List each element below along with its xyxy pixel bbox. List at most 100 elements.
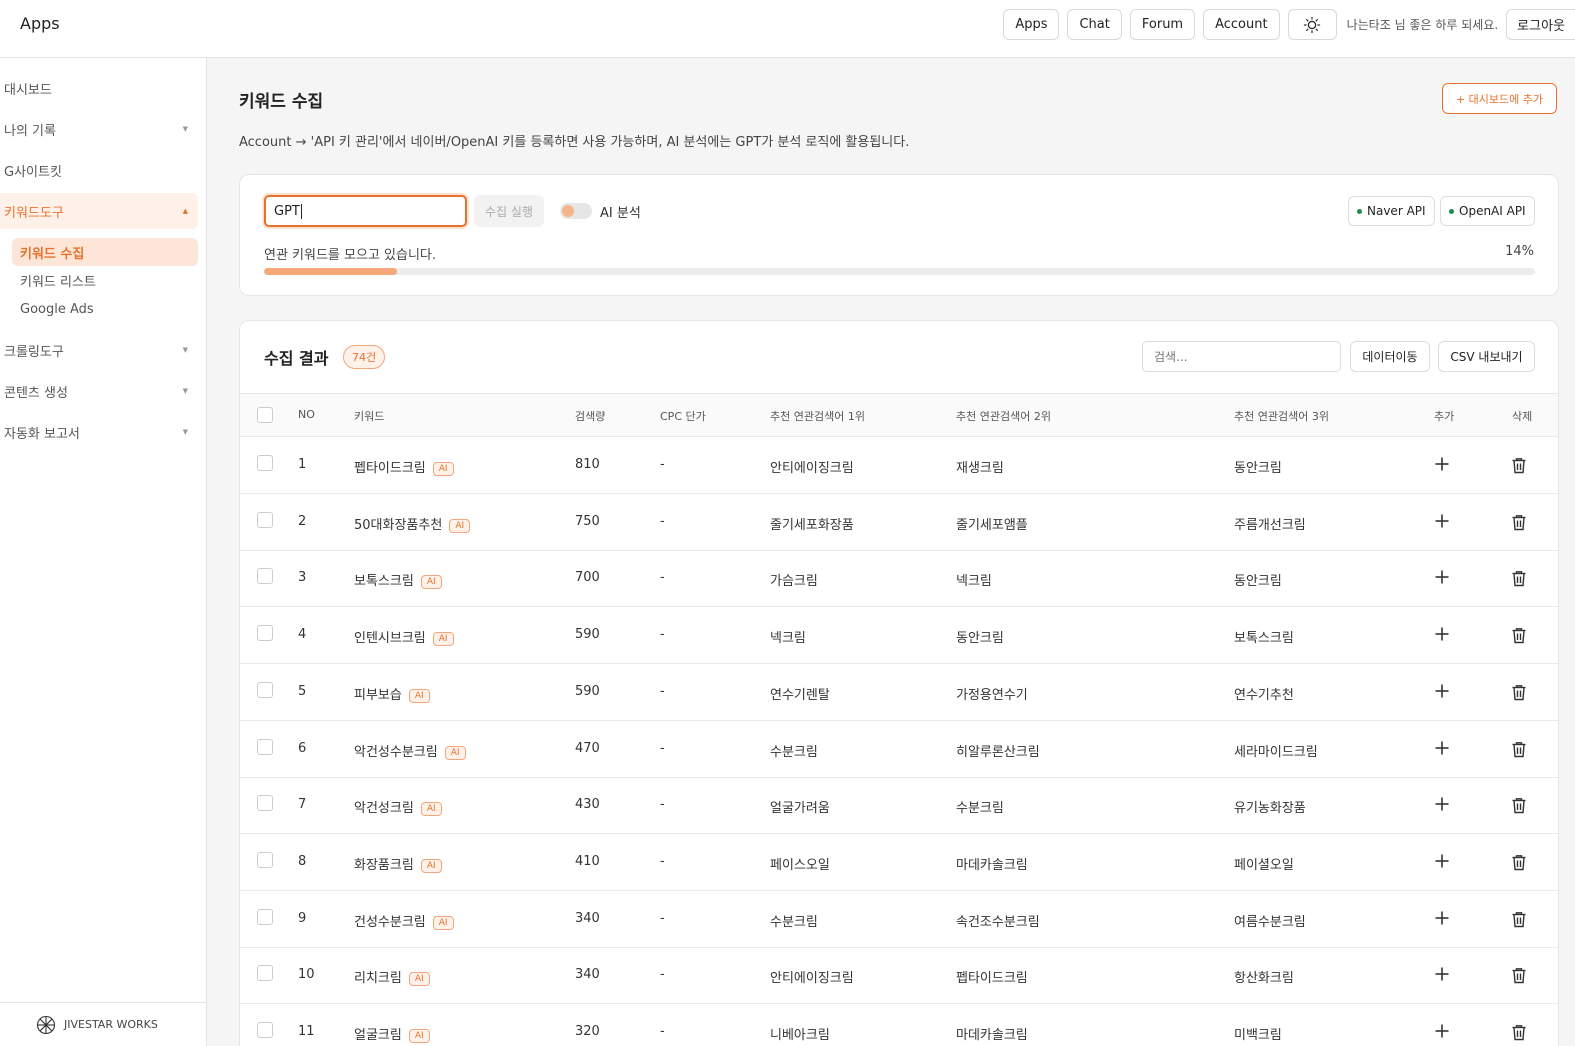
- run-collect-button[interactable]: 수집 실행: [474, 195, 544, 227]
- delete-row-button[interactable]: [1511, 854, 1527, 875]
- nav-chat-button[interactable]: Chat: [1067, 9, 1122, 40]
- delete-row-button[interactable]: [1511, 967, 1527, 988]
- nav-apps-button[interactable]: Apps: [1003, 9, 1060, 40]
- sidebar-item-my-records[interactable]: 나의 기록 ▼: [0, 111, 198, 147]
- theme-toggle-button[interactable]: [1287, 9, 1337, 40]
- row-checkbox[interactable]: [257, 625, 273, 642]
- ai-badge: AI: [408, 972, 430, 987]
- plus-icon: [1435, 457, 1449, 471]
- cell-cpc: -: [660, 627, 665, 643]
- select-all-checkbox[interactable]: [257, 407, 273, 423]
- cell-no: 1: [298, 457, 307, 472]
- cell-no: 5: [298, 683, 307, 699]
- delete-row-button[interactable]: [1511, 514, 1527, 535]
- cell-related-3: 여름수분크림: [1234, 914, 1306, 930]
- cell-related-2: 속건조수분크림: [956, 914, 1040, 930]
- row-checkbox[interactable]: [257, 455, 273, 471]
- keyword-text: 악건성수분크림: [354, 744, 438, 760]
- keyword-input[interactable]: GPT: [264, 195, 467, 227]
- keyword-text: 피부보습: [354, 687, 402, 703]
- ai-analysis-toggle[interactable]: [560, 203, 592, 219]
- add-row-button[interactable]: [1435, 508, 1451, 528]
- row-checkbox[interactable]: [257, 568, 273, 585]
- trash-icon: [1511, 968, 1527, 988]
- row-checkbox[interactable]: [257, 795, 273, 812]
- row-checkbox[interactable]: [257, 908, 273, 925]
- add-row-button[interactable]: [1435, 678, 1451, 698]
- cell-related-2: 가정용연수기: [956, 687, 1028, 703]
- cell-keyword[interactable]: 화장품크림 AI: [354, 854, 442, 873]
- cell-volume: 430: [575, 797, 600, 813]
- delete-row-button[interactable]: [1511, 911, 1527, 932]
- cell-keyword[interactable]: 보톡스크림 AI: [354, 570, 442, 590]
- table-row: 11 얼굴크림 AI 320 - 니베아크림 마데카솔크림 미백크림: [240, 1004, 1558, 1046]
- add-row-button[interactable]: [1435, 735, 1451, 754]
- cell-no: 9: [298, 910, 307, 926]
- delete-row-button[interactable]: [1511, 457, 1527, 478]
- add-to-dashboard-button[interactable]: + 대시보드에 추가: [1442, 83, 1557, 114]
- user-greeting: 나는타조 님 좋은 하루 되세요.: [1346, 18, 1499, 32]
- sidebar-item-content-generation[interactable]: 콘텐츠 생성 ▼: [0, 373, 198, 409]
- row-checkbox[interactable]: [257, 681, 273, 698]
- delete-row-button[interactable]: [1511, 741, 1527, 762]
- sidebar-item-crawling-tools[interactable]: 크롤링도구 ▼: [0, 332, 198, 368]
- delete-row-button[interactable]: [1511, 1024, 1527, 1045]
- logout-button[interactable]: 로그아웃: [1506, 9, 1575, 40]
- csv-export-button[interactable]: CSV 내보내기: [1438, 341, 1535, 372]
- add-row-button[interactable]: [1435, 621, 1451, 641]
- plus-icon: [1435, 514, 1449, 528]
- cell-keyword[interactable]: 50대화장품추천 AI: [354, 514, 471, 533]
- add-row-button[interactable]: [1435, 961, 1451, 981]
- trash-icon: [1511, 684, 1527, 705]
- sidebar-item-auto-report[interactable]: 자동화 보고서 ▼: [0, 414, 198, 450]
- cell-keyword[interactable]: 피부보습 AI: [354, 684, 430, 703]
- cell-related-1: 안티에이징크림: [770, 971, 854, 987]
- delete-row-button[interactable]: [1511, 627, 1527, 648]
- nav-forum-button[interactable]: Forum: [1129, 9, 1196, 40]
- cell-keyword[interactable]: 악건성크림 AI: [354, 797, 442, 817]
- delete-row-button[interactable]: [1511, 570, 1527, 591]
- cell-related-2: 마데카솔크림: [956, 1028, 1028, 1043]
- sidebar-subitem-keyword-collect[interactable]: 키워드 수집: [12, 238, 198, 266]
- add-row-button[interactable]: [1435, 848, 1451, 868]
- cell-related-2: 마데카솔크림: [956, 857, 1028, 873]
- cell-keyword[interactable]: 건성수분크림 AI: [354, 911, 454, 930]
- sidebar-subitem-google-ads[interactable]: Google Ads: [12, 295, 198, 323]
- sidebar-item-label: 자동화 보고서: [4, 426, 80, 442]
- row-checkbox[interactable]: [257, 1022, 273, 1038]
- cell-no: 10: [298, 967, 315, 983]
- cell-related-2: 줄기세포앰플: [956, 517, 1028, 533]
- add-row-button[interactable]: [1435, 564, 1451, 584]
- table-row: 9 건성수분크림 AI 340 - 수분크림 속건조수분크림 여름수분크림: [240, 891, 1558, 948]
- footer-brand: JIVESTAR WORKS: [64, 1018, 158, 1031]
- row-checkbox[interactable]: [257, 511, 273, 528]
- cell-related-3: 미백크림: [1234, 1028, 1282, 1043]
- add-row-button[interactable]: [1435, 905, 1451, 925]
- cell-no: 3: [298, 570, 307, 586]
- cell-keyword[interactable]: 악건성수분크림 AI: [354, 741, 466, 760]
- row-checkbox[interactable]: [257, 965, 273, 982]
- sidebar-item-dashboard[interactable]: 대시보드: [0, 70, 198, 106]
- cell-keyword[interactable]: 인텐시브크림 AI: [354, 627, 454, 647]
- cell-keyword[interactable]: 얼굴크림 AI: [354, 1024, 430, 1043]
- sidebar-subitem-keyword-list[interactable]: 키워드 리스트: [12, 266, 198, 294]
- add-row-button[interactable]: [1435, 451, 1451, 471]
- add-row-button[interactable]: [1435, 791, 1451, 811]
- add-row-button[interactable]: [1435, 1018, 1451, 1038]
- data-move-button[interactable]: 데이터이동: [1350, 341, 1430, 372]
- cell-related-2: 히알루론산크림: [956, 744, 1040, 760]
- row-checkbox[interactable]: [257, 851, 273, 868]
- brand-title[interactable]: Apps: [20, 14, 60, 33]
- delete-row-button[interactable]: [1511, 684, 1527, 705]
- plus-icon: [1435, 854, 1449, 868]
- nav-account-button[interactable]: Account: [1203, 9, 1280, 40]
- delete-row-button[interactable]: [1511, 797, 1527, 818]
- sidebar-item-label: 대시보드: [4, 82, 52, 98]
- results-search-input[interactable]: [1142, 341, 1341, 372]
- sidebar-item-keyword-tools[interactable]: 키워드도구 ▲: [0, 193, 198, 229]
- sidebar-item-g-sitekit[interactable]: G사이트킷: [0, 152, 198, 188]
- results-card: 수집 결과 74건 데이터이동 CSV 내보내기 NO 키워드 검색량 CPC …: [239, 320, 1559, 1046]
- cell-keyword[interactable]: 펩타이드크림 AI: [354, 457, 454, 476]
- cell-keyword[interactable]: 리치크림 AI: [354, 967, 430, 987]
- row-checkbox[interactable]: [257, 738, 273, 755]
